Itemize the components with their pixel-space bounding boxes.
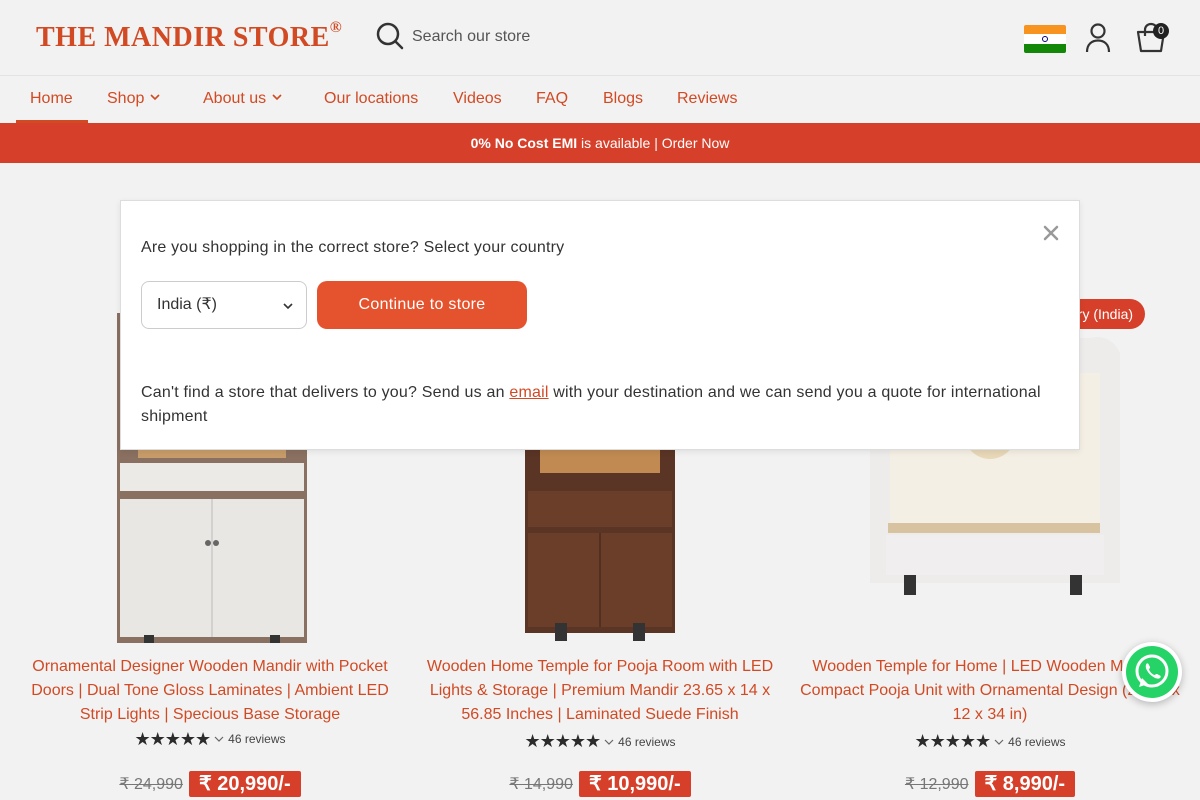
nav-item-home[interactable]: Home	[30, 76, 73, 124]
nav-item-about-us[interactable]: About us	[203, 76, 282, 124]
chevron-down-icon	[994, 739, 1004, 745]
nav-item-faq[interactable]: FAQ	[536, 76, 568, 124]
search-icon[interactable]	[374, 20, 406, 52]
announcement-bold: 0% No Cost EMI	[470, 135, 578, 151]
product-title[interactable]: Ornamental Designer Wooden Mandir with P…	[20, 655, 400, 755]
nav-item-reviews[interactable]: Reviews	[677, 76, 737, 124]
product-prices: ₹ 24,990 ₹ 20,990/-	[20, 771, 400, 797]
product-rating-row: ★★★★★ 46 reviews	[800, 731, 1180, 754]
chevron-down-icon	[214, 736, 224, 742]
email-link[interactable]: email	[509, 384, 548, 401]
site-header: THE MANDIR STORE® 0	[0, 0, 1200, 75]
whatsapp-icon[interactable]	[1122, 642, 1182, 702]
modal-footer-text: Can't find a store that delivers to you?…	[141, 384, 1041, 425]
announcement-bar[interactable]: 0% No Cost EMI is available | Order Now	[0, 123, 1200, 163]
nav-item-shop[interactable]: Shop	[107, 76, 160, 124]
announcement-text: is available | Order Now	[577, 135, 730, 151]
product-rating[interactable]: ★★★★★ 46 reviews	[524, 731, 675, 752]
sale-price: ₹ 20,990/-	[188, 771, 301, 797]
main-nav: Home Shop About us Our locations Videos …	[0, 75, 1200, 123]
product-prices: ₹ 14,990 ₹ 10,990/-	[410, 771, 790, 797]
nav-item-blogs[interactable]: Blogs	[603, 76, 643, 124]
star-rating-icon: ★★★★★	[914, 731, 991, 751]
product-rating[interactable]: ★★★★★ 46 reviews	[914, 731, 1065, 752]
sale-price: ₹ 8,990/-	[974, 771, 1076, 797]
chevron-down-icon	[604, 739, 614, 745]
nav-item-our-locations[interactable]: Our locations	[324, 76, 418, 124]
account-icon[interactable]	[1084, 22, 1112, 54]
continue-to-store-button[interactable]: Continue to store	[317, 281, 527, 329]
country-selector-modal: Are you shopping in the correct store? S…	[120, 200, 1080, 450]
chevron-down-icon	[283, 303, 293, 310]
cart-count-badge: 0	[1153, 23, 1169, 39]
star-rating-icon: ★★★★★	[134, 729, 211, 749]
product-rating-row: ★★★★★ 46 reviews	[410, 731, 790, 754]
nav-item-videos[interactable]: Videos	[453, 76, 502, 124]
search-input[interactable]	[412, 22, 832, 52]
india-flag-icon[interactable]	[1024, 25, 1066, 53]
sale-price: ₹ 10,990/-	[578, 771, 691, 797]
chevron-down-icon	[150, 94, 160, 101]
old-price: ₹ 12,990	[904, 776, 969, 793]
product-rating[interactable]: ★★★★★ 46 reviews	[134, 727, 285, 751]
modal-heading: Are you shopping in the correct store? S…	[141, 239, 565, 256]
star-rating-icon: ★★★★★	[524, 731, 601, 751]
product-prices: ₹ 12,990 ₹ 8,990/-	[800, 771, 1180, 797]
old-price: ₹ 14,990	[509, 776, 573, 793]
old-price: ₹ 24,990	[119, 776, 183, 793]
close-icon[interactable]	[1039, 221, 1063, 245]
product-title[interactable]: Wooden Home Temple for Pooja Room with L…	[410, 655, 790, 727]
country-select[interactable]: India (₹)	[141, 281, 307, 329]
store-logo[interactable]: THE MANDIR STORE®	[36, 19, 342, 54]
chevron-down-icon	[272, 94, 282, 101]
